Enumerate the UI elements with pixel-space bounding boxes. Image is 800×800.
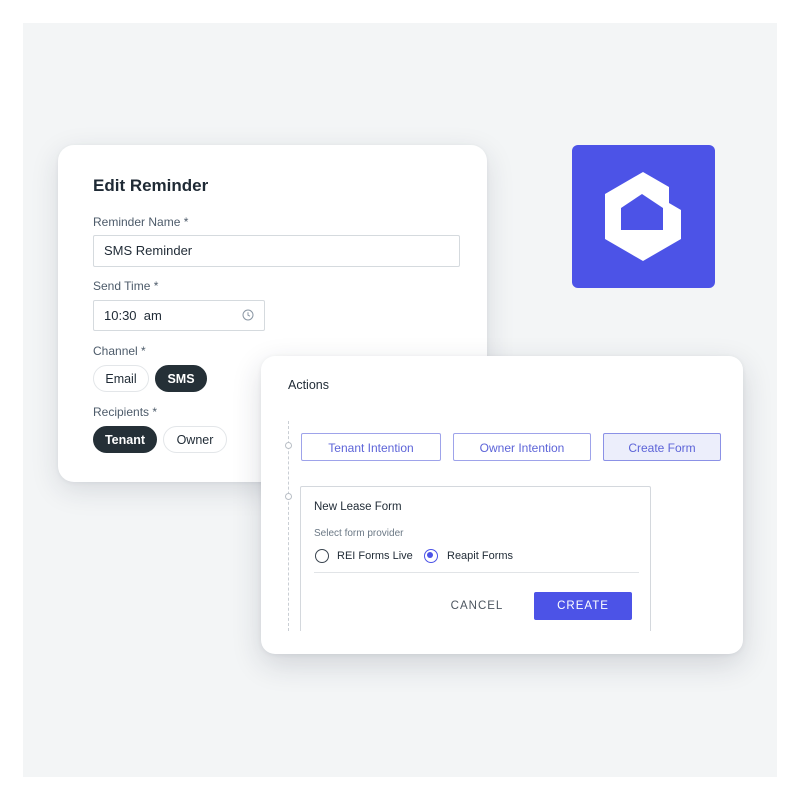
send-time-label: Send Time * bbox=[93, 279, 159, 293]
edit-reminder-title: Edit Reminder bbox=[93, 176, 209, 195]
create-button[interactable]: CREATE bbox=[534, 592, 632, 620]
timeline-node bbox=[285, 493, 292, 500]
timeline-line bbox=[288, 421, 289, 631]
channel-sms-pill[interactable]: SMS bbox=[155, 365, 207, 392]
cancel-button[interactable]: CANCEL bbox=[441, 593, 513, 619]
channel-email-pill[interactable]: Email bbox=[93, 365, 149, 392]
owner-intention-button[interactable]: Owner Intention bbox=[453, 433, 591, 461]
reminder-name-input[interactable]: SMS Reminder bbox=[93, 235, 460, 267]
form-divider bbox=[314, 572, 639, 573]
rei-forms-live-label: REI Forms Live bbox=[337, 550, 413, 562]
recipient-owner-pill[interactable]: Owner bbox=[163, 426, 227, 453]
reapit-forms-label: Reapit Forms bbox=[447, 550, 514, 562]
clock-icon[interactable] bbox=[242, 309, 254, 321]
timeline-node bbox=[285, 442, 292, 449]
send-time-value: 10:30 am bbox=[104, 308, 162, 323]
reapit-forms-radio[interactable] bbox=[424, 549, 438, 563]
house-hexagon-logo-icon bbox=[605, 172, 681, 261]
channel-label: Channel * bbox=[93, 344, 146, 358]
rei-forms-live-radio[interactable] bbox=[315, 549, 329, 563]
form-title: New Lease Form bbox=[314, 501, 402, 513]
reminder-name-label: Reminder Name * bbox=[93, 215, 189, 229]
recipient-tenant-pill[interactable]: Tenant bbox=[93, 426, 157, 453]
new-lease-form-panel: New Lease Form Select form provider REI … bbox=[300, 486, 651, 631]
actions-card: Actions Tenant Intention Owner Intention… bbox=[261, 356, 743, 654]
tenant-intention-button[interactable]: Tenant Intention bbox=[301, 433, 441, 461]
brand-logo-tile bbox=[572, 145, 715, 288]
create-form-button[interactable]: Create Form bbox=[603, 433, 721, 461]
form-provider-label: Select form provider bbox=[314, 528, 404, 539]
recipients-label: Recipients * bbox=[93, 405, 158, 419]
actions-title: Actions bbox=[288, 378, 329, 392]
send-time-input[interactable]: 10:30 am bbox=[93, 300, 265, 331]
